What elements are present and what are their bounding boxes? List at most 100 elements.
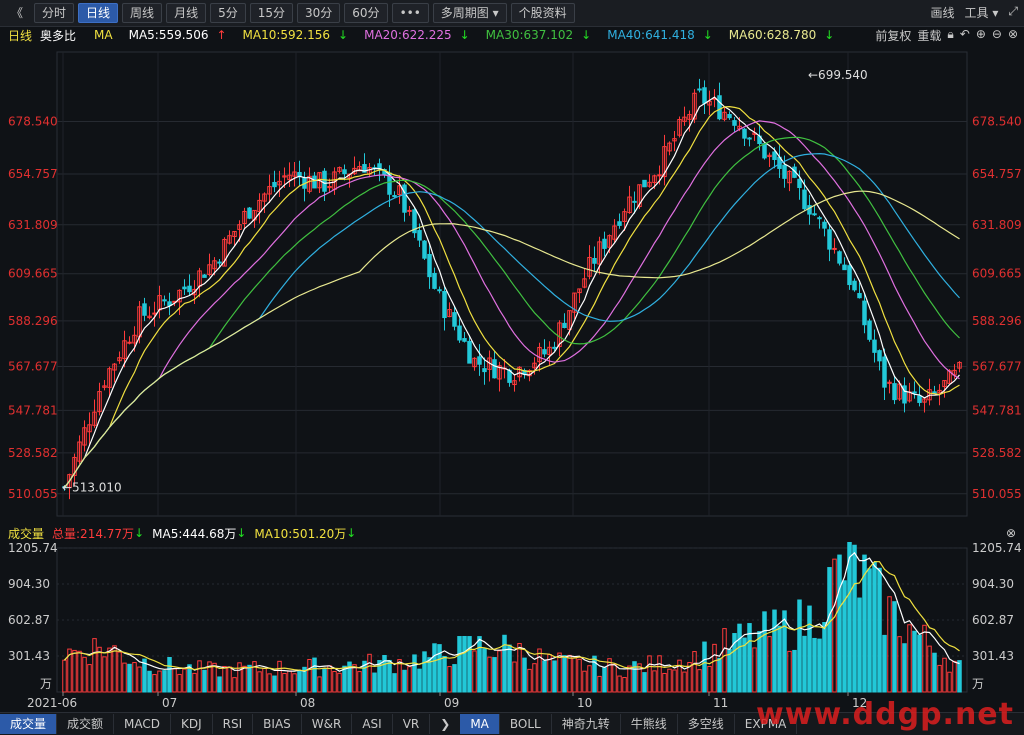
tab-wr[interactable]: W&R [302, 714, 353, 734]
fullscreen-icon[interactable]: ⤢ [1008, 4, 1018, 21]
period-monthly[interactable]: 月线 [166, 3, 207, 23]
volume-bar [917, 634, 922, 693]
tab-macd[interactable]: MACD [114, 714, 172, 734]
volume-title: 成交量 [8, 526, 45, 541]
restore-button[interactable]: 前复权 [875, 27, 911, 44]
volume-bar [952, 660, 957, 693]
tab-asi[interactable]: ASI [352, 714, 393, 734]
lock-icon[interactable]: 🔒︎ [947, 27, 953, 44]
period-30min[interactable]: 30分 [297, 3, 341, 23]
candle-body [142, 303, 147, 316]
candle-body [452, 312, 457, 327]
period-15min[interactable]: 15分 [249, 3, 293, 23]
multi-period-dropdown[interactable]: 多周期图 ▾ [432, 3, 507, 23]
low-annotation: ←513.010 [62, 480, 122, 494]
candle-body [462, 338, 467, 342]
tab-kdj[interactable]: KDJ [171, 714, 213, 734]
zoom-in-icon[interactable]: ⊕ [976, 27, 986, 44]
volume-bar [412, 654, 417, 693]
candle-body [657, 174, 662, 177]
volume-bar [882, 634, 887, 693]
volume-bar [392, 673, 397, 693]
candle-body [892, 383, 897, 401]
price-axis-label-left: 678.540 [8, 115, 58, 129]
tab-ma[interactable]: MA [460, 714, 500, 734]
tabs-scroll-icon[interactable]: ❯ [430, 714, 460, 734]
candle-body [492, 359, 497, 379]
period-60min[interactable]: 60分 [344, 3, 388, 23]
volume-axis-label-left: 万 [40, 677, 52, 691]
volume-bar [387, 659, 392, 693]
volume-bar [127, 663, 132, 693]
tab-rsi[interactable]: RSI [213, 714, 254, 734]
volume-chart-svg: 1205.74 1205.74 904.30 904.30 602.87 602.87 30… [8, 523, 1022, 710]
period-5min[interactable]: 5分 [210, 3, 246, 23]
multi-period-label: 多周期图 [440, 6, 489, 20]
volume-bar [87, 664, 92, 693]
candle-body [917, 395, 922, 403]
volume-bar [107, 647, 112, 693]
volume-bar [497, 650, 502, 693]
price-axis-label-left: 588.296 [8, 314, 58, 328]
tab-bias[interactable]: BIAS [253, 714, 302, 734]
tab-long-short[interactable]: 多空线 [678, 714, 735, 734]
tab-turnover[interactable]: 成交额 [57, 714, 115, 734]
volume-bar [282, 672, 287, 693]
period-intraday[interactable]: 分时 [34, 3, 75, 23]
candle-body [877, 350, 882, 362]
tab-nine-turn[interactable]: 神奇九转 [552, 714, 621, 734]
tab-boll[interactable]: BOLL [500, 714, 552, 734]
volume-bar [867, 568, 872, 693]
candle-body [272, 181, 277, 188]
overlay-button[interactable]: 重载 [917, 27, 941, 44]
price-axis-label-right: 547.781 [972, 403, 1022, 417]
close-icon[interactable]: ⊗ [1008, 27, 1018, 44]
volume-bar [587, 665, 592, 693]
period-daily[interactable]: 日线 [78, 3, 119, 23]
price-axis-label-right: 510.055 [972, 487, 1022, 501]
candle-body [882, 356, 887, 388]
volume-bar [602, 667, 607, 693]
candle-body [322, 170, 327, 192]
candle-body [342, 169, 347, 175]
volume-bar [957, 660, 962, 693]
back-button[interactable]: 《 [4, 4, 30, 22]
stock-info-button[interactable]: 个股资料 [510, 3, 575, 23]
volume-bar [632, 661, 637, 693]
ma10-arrow: ↓ [338, 28, 349, 42]
volume-bar [132, 662, 137, 693]
tab-bull-bear[interactable]: 牛熊线 [621, 714, 678, 734]
volume-bar [887, 596, 892, 693]
volume-bar [652, 670, 657, 693]
draw-button[interactable]: 画线 [931, 4, 955, 21]
volume-bar [777, 625, 782, 693]
volume-bar [817, 638, 822, 693]
candle-body [912, 391, 917, 394]
candle-body [617, 221, 622, 226]
more-button[interactable]: ••• [391, 3, 429, 23]
tools-dropdown[interactable]: 工具 ▾ [965, 4, 999, 21]
volume-bar [947, 671, 952, 693]
period-weekly[interactable]: 周线 [122, 3, 163, 23]
volume-ma10-arrow: ↓ [346, 526, 357, 540]
volume-close-icon[interactable]: ⊗ [1006, 526, 1016, 540]
volume-bar [482, 648, 487, 693]
volume-bar [242, 665, 247, 693]
candle-body [817, 217, 822, 220]
undo-icon[interactable]: ↶ [960, 27, 970, 44]
volume-bar [457, 636, 462, 693]
candle-body [717, 95, 722, 120]
ma60-text: MA60:628.780 [728, 28, 817, 42]
ma20-value: MA20:622.225 ↓ [356, 28, 470, 42]
volume-bar [827, 567, 832, 693]
volume-bar [467, 636, 472, 693]
volume-bar [802, 635, 807, 693]
tab-vr[interactable]: VR [393, 714, 431, 734]
tab-volume[interactable]: 成交量 [0, 714, 58, 734]
volume-chart[interactable]: 1205.74 1205.74 904.30 904.30 602.87 602.87 30… [0, 523, 1024, 712]
price-chart[interactable]: 678.540 678.540 654.757 654.757 631.809 631.8… [0, 44, 1024, 524]
candle-body [437, 289, 442, 292]
zoom-out-icon[interactable]: ⊖ [992, 27, 1002, 44]
volume-bar [522, 657, 527, 693]
candle-body [402, 184, 407, 213]
